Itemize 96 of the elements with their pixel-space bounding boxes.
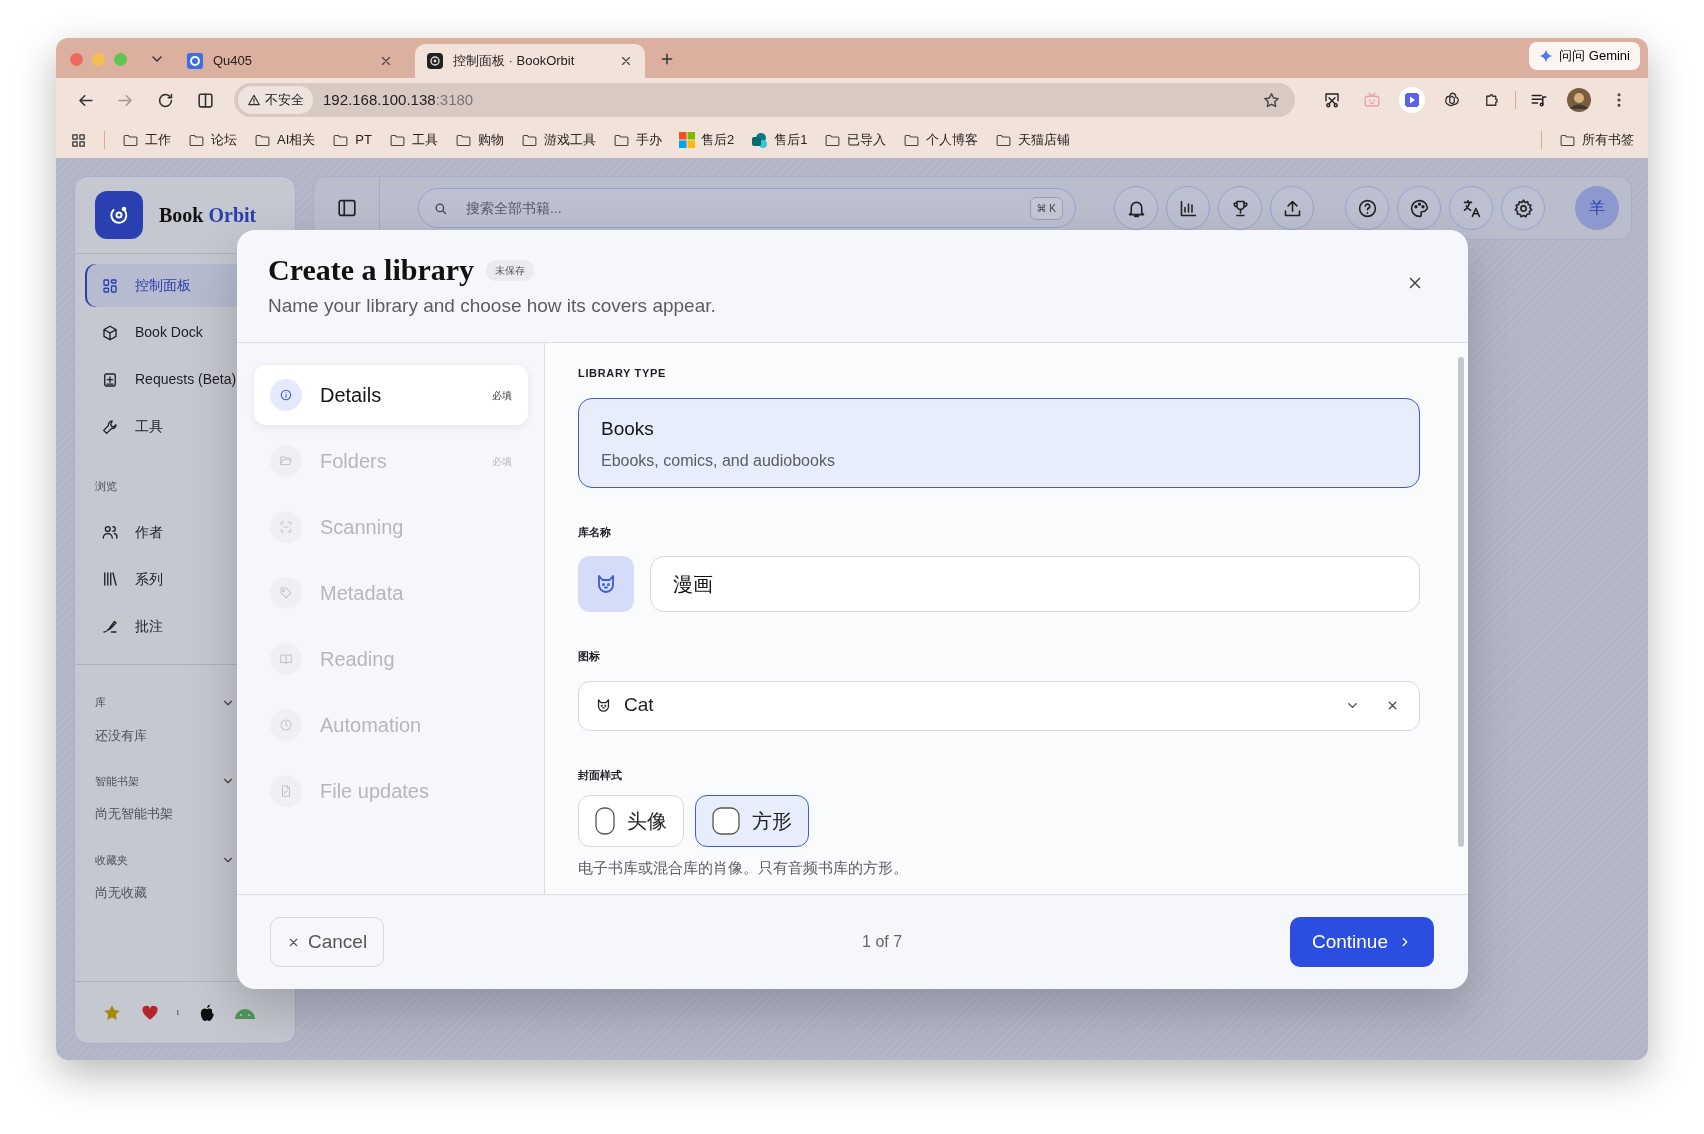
play-icon[interactable]: [1399, 87, 1425, 113]
dashboard-icon: [101, 276, 119, 295]
book-icon: [279, 652, 293, 666]
apple-icon[interactable]: [198, 1002, 216, 1023]
app-icon: [187, 53, 203, 69]
cube-icon: [101, 323, 119, 342]
bookmark[interactable]: 论坛: [188, 130, 237, 150]
browser-tab[interactable]: 控制面板 · BookOrbit: [415, 44, 645, 78]
continue-button[interactable]: Continue: [1289, 917, 1434, 967]
bookmark[interactable]: 工具: [388, 130, 438, 150]
gemini-button[interactable]: 问问 Gemini: [1529, 41, 1640, 70]
library-type-option[interactable]: Books Ebooks, comics, and audiobooks: [578, 397, 1420, 488]
file-icon: [279, 784, 293, 798]
status-badge: 未保存: [486, 259, 535, 281]
url-text: 192.168.100.138:3180: [323, 89, 474, 110]
help-button[interactable]: [1345, 186, 1389, 230]
hint-text: 电子书库或混合库的肖像。只有音频书库的方形。: [578, 858, 909, 878]
bookmark[interactable]: 售后1: [751, 130, 808, 150]
field-label: 图标: [578, 649, 601, 664]
bookmark[interactable]: 购物: [454, 130, 504, 150]
field-label: 库名称: [578, 524, 612, 540]
field-label: 封面样式: [578, 767, 623, 783]
browser-tab[interactable]: Qu405: [175, 44, 405, 78]
empty-text: 尚无智能书架: [95, 806, 173, 824]
circles-icon: [751, 131, 769, 149]
sparkle-icon: [1539, 48, 1554, 63]
section-label: 浏览: [95, 479, 117, 494]
step-counter: 1 of 7: [862, 932, 903, 952]
required-tag: 必填: [492, 387, 512, 403]
bookmark[interactable]: 天猫店铺: [995, 130, 1071, 150]
square-shape-icon: [712, 807, 740, 835]
heart-icon[interactable]: [141, 1003, 159, 1022]
empty-text: 尚无收藏: [95, 885, 147, 902]
bookmark[interactable]: 所有书签: [1559, 130, 1634, 150]
close-icon[interactable]: [379, 54, 393, 68]
theme-button[interactable]: [1397, 186, 1441, 230]
bookmark[interactable]: PT: [332, 130, 372, 150]
scan-icon: [279, 520, 293, 534]
empty-text: 还没有库: [95, 727, 147, 745]
clear-icon[interactable]: [1386, 699, 1399, 712]
bookmark[interactable]: 已导入: [824, 130, 887, 150]
bookmark-star-icon[interactable]: [1262, 90, 1281, 110]
shortcut-hint: ⌘ K: [1029, 196, 1063, 220]
cancel-button[interactable]: Cancel: [270, 917, 385, 967]
scissors-icon[interactable]: [1323, 91, 1341, 109]
people-icon: [101, 523, 119, 541]
group-title: 收藏夹: [95, 852, 128, 868]
palette-icon: [1408, 197, 1430, 219]
cat-icon: [595, 697, 612, 714]
settings-button[interactable]: [1501, 186, 1545, 230]
group-title: 库: [95, 695, 106, 711]
field-label: LIBRARY TYPE: [578, 366, 667, 381]
close-icon[interactable]: [619, 54, 633, 68]
achievements-button[interactable]: [1218, 186, 1262, 230]
avatar-icon[interactable]: [1567, 88, 1591, 112]
wrench-icon: [101, 417, 119, 436]
tiles-icon: [678, 132, 695, 148]
orbit-icon: [427, 53, 443, 69]
shelf-icon: [101, 570, 119, 588]
bookmark[interactable]: 手办: [612, 130, 662, 150]
group-title: 智能书架: [95, 774, 139, 789]
icon-picker-button[interactable]: [578, 556, 634, 612]
bookmark[interactable]: 游戏工具: [520, 130, 596, 150]
brand-name: Book Orbit: [159, 203, 257, 228]
notifications-button[interactable]: [1114, 186, 1158, 230]
folder-icon: [279, 454, 293, 468]
bookmark[interactable]: 售后2: [678, 130, 735, 150]
upload-button[interactable]: [1270, 186, 1314, 230]
puzzle-icon[interactable]: [1483, 91, 1501, 109]
bookmark[interactable]: 工作: [122, 130, 171, 150]
required-tag: 必填: [492, 453, 512, 469]
apps-icon[interactable]: [70, 131, 87, 149]
split-view-icon[interactable]: [195, 90, 215, 110]
settings-icon: [1512, 197, 1534, 219]
search-field[interactable]: 搜索全部书籍... ⌘ K: [418, 188, 1076, 228]
warning-icon: [247, 93, 261, 107]
cover-style-option[interactable]: 头像: [578, 795, 684, 847]
portrait-shape-icon: [595, 807, 615, 835]
name-field[interactable]: 漫画: [650, 556, 1420, 612]
icon-select[interactable]: Cat: [578, 680, 1420, 731]
address-bar[interactable]: 不安全 192.168.100.138:3180: [234, 83, 1295, 117]
sidebar-toggle-icon[interactable]: [335, 197, 358, 219]
bookmark[interactable]: 个人博客: [903, 130, 979, 150]
scrollbar[interactable]: [1458, 357, 1464, 847]
help-icon: [1356, 197, 1378, 219]
step-item[interactable]: Details 必填: [254, 365, 528, 425]
security-chip[interactable]: 不安全: [238, 86, 313, 114]
info-icon: [279, 388, 293, 402]
tag-icon: [279, 586, 293, 600]
stats-button[interactable]: [1166, 186, 1210, 230]
language-button[interactable]: [1449, 186, 1493, 230]
knot-icon[interactable]: [1443, 91, 1461, 109]
bookmark[interactable]: AI相关: [254, 130, 316, 150]
clock-icon: [279, 718, 293, 732]
request-icon: [101, 370, 119, 389]
cover-style-option[interactable]: 方形: [695, 795, 809, 847]
